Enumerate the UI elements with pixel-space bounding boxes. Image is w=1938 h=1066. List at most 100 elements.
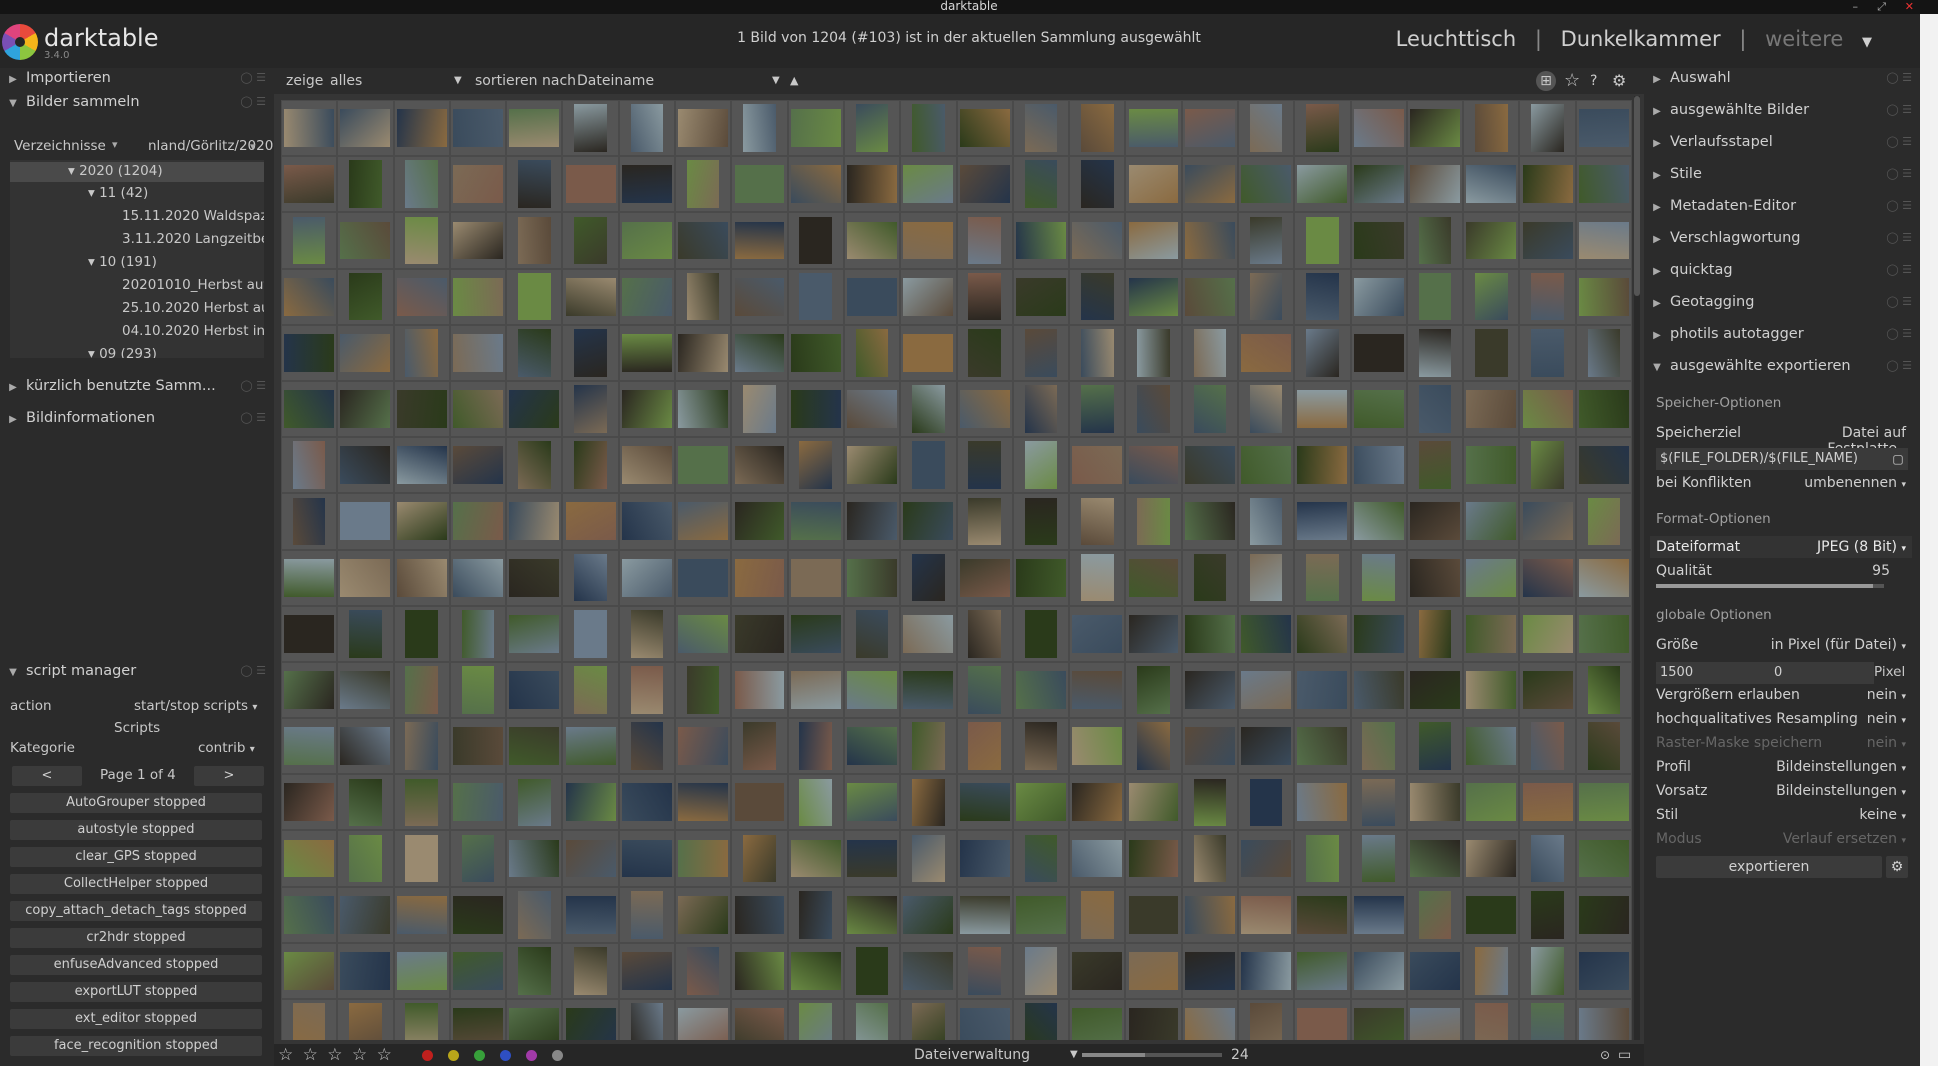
layout-select[interactable]: Dateiverwaltung <box>914 1044 1030 1066</box>
thumbnail[interactable] <box>1237 493 1295 550</box>
thumbnail[interactable] <box>731 380 788 438</box>
thumbnail[interactable] <box>1350 324 1407 381</box>
thumbnail[interactable] <box>1125 156 1182 213</box>
thumbnail[interactable] <box>1294 380 1351 438</box>
thumbnail[interactable] <box>731 661 788 719</box>
thumbnail[interactable] <box>787 718 844 775</box>
thumbnail[interactable] <box>900 212 957 269</box>
thumbnail[interactable] <box>1294 437 1351 494</box>
thumbnail[interactable] <box>787 380 844 438</box>
thumbnail[interactable] <box>1519 212 1576 269</box>
thumbnail[interactable] <box>675 380 732 438</box>
thumbnail[interactable] <box>787 774 844 831</box>
thumbnail[interactable] <box>1237 718 1295 775</box>
thumbnail[interactable] <box>1237 830 1295 887</box>
thumbnail[interactable] <box>337 999 394 1040</box>
thumbnail[interactable] <box>449 100 507 157</box>
thumbnail[interactable] <box>1519 661 1576 719</box>
thumbnail[interactable] <box>449 324 507 381</box>
thumbnail[interactable] <box>1463 100 1520 157</box>
thumbnail[interactable] <box>1519 830 1576 887</box>
thumbnail[interactable] <box>900 549 957 606</box>
thumbnail[interactable] <box>1181 605 1238 662</box>
thumbnail[interactable] <box>1294 549 1351 606</box>
thumbnail[interactable] <box>281 942 338 999</box>
quality-slider[interactable] <box>1656 584 1884 588</box>
thumbnail[interactable] <box>337 830 394 887</box>
tree-node[interactable]: 25.10.2020 Herbst auf <box>122 300 264 316</box>
thumbnail[interactable] <box>787 156 844 213</box>
thumbnail[interactable] <box>1519 999 1576 1040</box>
thumbnail[interactable] <box>618 830 676 887</box>
chevron-down-icon[interactable]: ▾ <box>112 138 118 151</box>
thumbnail[interactable] <box>1012 718 1070 775</box>
thumbnail[interactable] <box>506 212 563 269</box>
thumbnail[interactable] <box>900 100 957 157</box>
thumbnail[interactable] <box>393 999 450 1040</box>
thumbnail[interactable] <box>1294 718 1351 775</box>
thumbnail[interactable] <box>1012 268 1070 325</box>
thumbnail[interactable] <box>337 774 394 831</box>
thumbnail[interactable] <box>393 718 450 775</box>
thumbnail[interactable] <box>1294 661 1351 719</box>
thumbnail[interactable] <box>675 886 732 943</box>
thumbnail[interactable] <box>393 661 450 719</box>
thumbnail[interactable] <box>1575 999 1632 1040</box>
thumbnail[interactable] <box>1294 493 1351 550</box>
thumbnail[interactable] <box>1350 549 1407 606</box>
chevron-down-icon[interactable]: ▼ <box>772 68 780 94</box>
thumbnail[interactable] <box>731 886 788 943</box>
thumbnail[interactable] <box>1575 661 1632 719</box>
thumbnail[interactable] <box>618 718 676 775</box>
color-label-icon[interactable] <box>552 1049 563 1061</box>
thumbnail[interactable] <box>675 605 732 662</box>
thumbnail[interactable] <box>1463 268 1520 325</box>
thumbnail[interactable] <box>1237 942 1295 999</box>
thumbnail[interactable] <box>506 605 563 662</box>
star-rating-icons[interactable]: ☆ ☆ ☆ ☆ ☆ <box>278 1044 394 1066</box>
thumbnail[interactable] <box>449 605 507 662</box>
thumbnail[interactable] <box>1012 324 1070 381</box>
next-page-button[interactable]: > <box>194 766 264 786</box>
width-input[interactable]: 1500 <box>1656 662 1772 684</box>
thumbnail[interactable] <box>1350 774 1407 831</box>
thumbnail[interactable] <box>1519 380 1576 438</box>
thumbnail[interactable] <box>1237 549 1295 606</box>
thumbnail[interactable] <box>449 718 507 775</box>
thumbnail[interactable] <box>1350 437 1407 494</box>
script-button[interactable]: autostyle stopped <box>10 820 262 840</box>
thumbnail[interactable] <box>1463 380 1520 438</box>
thumbnail[interactable] <box>843 268 901 325</box>
thumbnail[interactable] <box>675 999 732 1040</box>
color-label-icon[interactable] <box>500 1049 511 1061</box>
conflict-select[interactable]: umbenennen ▾ <box>1790 475 1906 491</box>
chevron-down-icon[interactable]: ▼ <box>1862 35 1872 50</box>
thumbnail[interactable] <box>900 605 957 662</box>
tree-node[interactable]: 04.10.2020 Herbst in G <box>122 323 264 339</box>
module-recent-collections[interactable]: ▶ kürzlich benutzte Samm... ◯ ☰ <box>0 374 274 398</box>
thumbnail[interactable] <box>337 268 394 325</box>
thumbnail[interactable] <box>1406 324 1464 381</box>
thumbnail[interactable] <box>1012 100 1070 157</box>
thumbnail[interactable] <box>731 493 788 550</box>
thumbnail[interactable] <box>731 942 788 999</box>
thumbnail[interactable] <box>281 212 338 269</box>
thumbnail[interactable] <box>956 437 1013 494</box>
thumbnail[interactable] <box>843 493 901 550</box>
thumbnail[interactable] <box>337 493 394 550</box>
thumbnail[interactable] <box>1125 718 1182 775</box>
thumbnail[interactable] <box>1125 999 1182 1040</box>
thumbnail[interactable] <box>675 718 732 775</box>
tree-node[interactable]: 20201010_Herbst auf <box>122 277 264 293</box>
thumbnail[interactable] <box>1012 437 1070 494</box>
thumbnail[interactable] <box>1237 774 1295 831</box>
thumbnail[interactable] <box>281 268 338 325</box>
thumbnail[interactable] <box>1069 886 1126 943</box>
thumbnail[interactable] <box>1406 661 1464 719</box>
thumbnail[interactable] <box>337 605 394 662</box>
thumbnail[interactable] <box>449 156 507 213</box>
script-button[interactable]: exportLUT stopped <box>10 982 262 1002</box>
thumbnail[interactable] <box>337 942 394 999</box>
thumbnail[interactable] <box>618 324 676 381</box>
thumbnail[interactable] <box>506 100 563 157</box>
